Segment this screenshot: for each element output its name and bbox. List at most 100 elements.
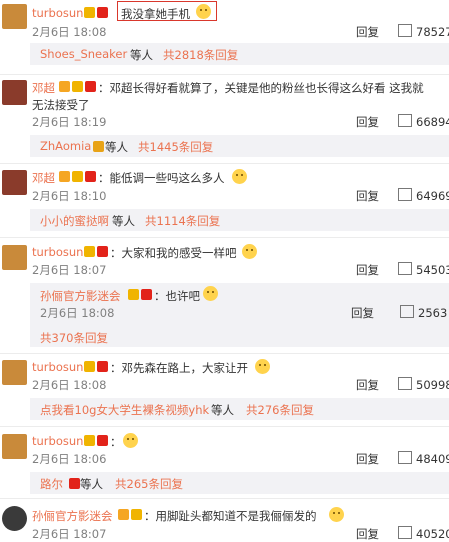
- comment-date: 2月6日 18:10: [32, 189, 107, 203]
- like-button[interactable]: 54503: [398, 262, 449, 277]
- avatar[interactable]: [2, 506, 27, 531]
- reply-count[interactable]: 共2818条回复: [163, 47, 238, 63]
- like-button[interactable]: 78527: [398, 24, 449, 39]
- comment-date: 2月6日 18:07: [32, 263, 107, 277]
- reply-user[interactable]: ZhAomia: [40, 139, 91, 153]
- nested-reply-button[interactable]: 回复: [351, 305, 374, 321]
- reply-summary[interactable]: Shoes_Sneaker 等人 共2818条回复: [30, 43, 449, 65]
- comment-text: ：邓先森在路上，大家让开: [110, 361, 248, 375]
- verified-icon: [59, 81, 70, 92]
- emoji-icon: [203, 286, 218, 301]
- verified-icon: [59, 171, 70, 182]
- avatar[interactable]: [2, 170, 27, 195]
- reply-button[interactable]: 回复: [356, 526, 379, 542]
- reply-user[interactable]: 小小的蜜挞啊: [40, 213, 109, 229]
- comment-text: ：邓超长得好看就算了，关键是他的粉丝也长得这么好看 这我就: [98, 81, 424, 95]
- emoji-icon: [255, 359, 270, 374]
- avatar[interactable]: [2, 360, 27, 385]
- reply-summary[interactable]: 点我看10g女大学生裸条视频yhk 等人 共276条回复: [30, 398, 449, 420]
- comment-username[interactable]: turbosun: [32, 6, 83, 20]
- like-button[interactable]: 66894: [398, 114, 449, 129]
- divider: [0, 426, 449, 427]
- comment-item: turbosun 我没拿她手机 2月6日 18:08 回复 78527 Shoe…: [0, 0, 449, 70]
- like-count: 78527: [416, 25, 449, 39]
- member-icon: [69, 478, 80, 489]
- comment-text: ：: [110, 435, 122, 449]
- like-count: 40520: [416, 527, 449, 541]
- comment-item: 孙俪官方影迷会 ：用脚趾头都知道不是我俪俪发的 2月6日 18:07 回复 40…: [0, 502, 449, 541]
- reply-count[interactable]: 共1445条回复: [138, 139, 213, 155]
- badge-icon: [93, 141, 104, 152]
- thumbs-up-icon: [398, 451, 412, 464]
- comment-username[interactable]: 邓超: [32, 170, 55, 186]
- reply-mid: 等人: [211, 403, 234, 417]
- nested-reply: 孙俪官方影迷会 ：也许吧 2月6日 18:08 回复 2563 共370条回复: [30, 283, 449, 347]
- comment-text-cont: 无法接受了: [32, 98, 90, 112]
- thumbs-up-icon: [398, 262, 412, 275]
- like-button[interactable]: 50998: [398, 377, 449, 392]
- avatar[interactable]: [2, 245, 27, 270]
- reply-user[interactable]: 路尔: [40, 476, 63, 492]
- reply-count[interactable]: 共265条回复: [115, 476, 183, 492]
- divider: [0, 353, 449, 354]
- reply-count[interactable]: 共370条回复: [40, 330, 108, 346]
- like-count: 50998: [416, 378, 449, 392]
- member-icon: [85, 171, 96, 182]
- nested-username[interactable]: 孙俪官方影迷会: [40, 288, 121, 304]
- avatar[interactable]: [2, 434, 27, 459]
- member-icon: [141, 289, 152, 300]
- thumbs-up-icon: [398, 114, 412, 127]
- member-icon: [97, 435, 108, 446]
- highlight-box: [117, 1, 217, 21]
- avatar[interactable]: [2, 80, 27, 105]
- divider: [0, 498, 449, 499]
- comment-date: 2月6日 18:06: [32, 452, 107, 466]
- comment-username[interactable]: 邓超: [32, 80, 55, 96]
- comment-date: 2月6日 18:19: [32, 115, 107, 129]
- comment-username[interactable]: turbosun: [32, 360, 83, 374]
- avatar[interactable]: [2, 4, 27, 29]
- like-button[interactable]: 48409: [398, 451, 449, 466]
- reply-button[interactable]: 回复: [356, 188, 379, 204]
- reply-summary[interactable]: 小小的蜜挞啊 等人 共1114条回复: [30, 209, 449, 231]
- reply-user[interactable]: Shoes_Sneaker: [40, 47, 127, 61]
- comment-text: ：能低调一些吗这么多人: [98, 171, 225, 185]
- nested-date: 2月6日 18:08: [40, 306, 115, 320]
- reply-count[interactable]: 共276条回复: [246, 402, 314, 418]
- vip-icon: [84, 361, 95, 372]
- like-count: 64969: [416, 189, 449, 203]
- comment-item: turbosun ：邓先森在路上，大家让开 2月6日 18:08 回复 5099…: [0, 356, 449, 424]
- reply-user[interactable]: 点我看10g女大学生裸条视频yhk: [40, 402, 209, 418]
- divider: [0, 74, 449, 75]
- reply-mid: 等人: [112, 214, 135, 228]
- reply-count[interactable]: 共1114条回复: [145, 213, 220, 229]
- reply-button[interactable]: 回复: [356, 377, 379, 393]
- comment-item: 邓超 ：邓超长得好看就算了，关键是他的粉丝也长得这么好看 这我就 无法接受了 2…: [0, 76, 449, 161]
- comment-username[interactable]: turbosun: [32, 245, 83, 259]
- thumbs-up-icon: [398, 24, 412, 37]
- reply-button[interactable]: 回复: [356, 262, 379, 278]
- reply-button[interactable]: 回复: [356, 451, 379, 467]
- reply-summary[interactable]: ZhAomia 等人 共1445条回复: [30, 135, 449, 157]
- reply-mid: 等人: [80, 477, 103, 491]
- comment-username[interactable]: turbosun: [32, 434, 83, 448]
- comment-text: ：大家和我的感受一样吧: [110, 246, 237, 260]
- comment-item: 邓超 ：能低调一些吗这么多人 2月6日 18:10 回复 64969 小小的蜜挞…: [0, 166, 449, 236]
- reply-button[interactable]: 回复: [356, 24, 379, 40]
- comment-date: 2月6日 18:08: [32, 378, 107, 392]
- like-button[interactable]: 64969: [398, 188, 449, 203]
- like-count: 66894: [416, 115, 449, 129]
- vip-icon: [131, 509, 142, 520]
- comment-item: turbosun ：大家和我的感受一样吧 2月6日 18:07 回复 54503…: [0, 241, 449, 351]
- vip-icon: [84, 435, 95, 446]
- reply-summary[interactable]: 路尔 等人 共265条回复: [30, 472, 449, 494]
- vip-icon: [84, 246, 95, 257]
- reply-button[interactable]: 回复: [356, 114, 379, 130]
- member-icon: [97, 361, 108, 372]
- comment-username[interactable]: 孙俪官方影迷会: [32, 508, 113, 524]
- emoji-icon: [242, 244, 257, 259]
- comment-date: 2月6日 18:07: [32, 527, 107, 541]
- nested-like-button[interactable]: 2563: [400, 305, 447, 320]
- like-count: 48409: [416, 452, 449, 466]
- emoji-icon: [123, 433, 138, 448]
